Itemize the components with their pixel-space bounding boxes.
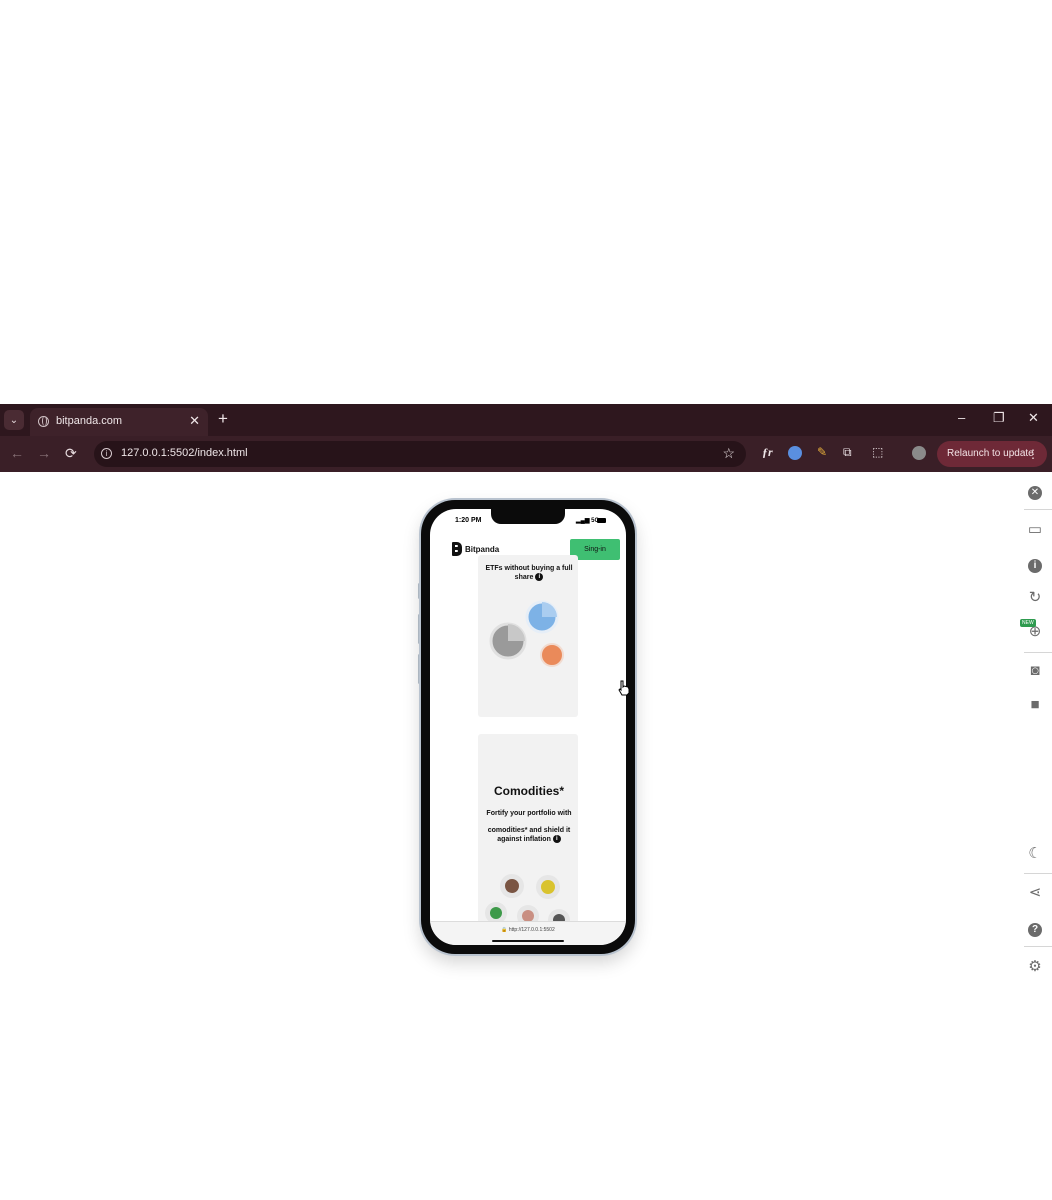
commodities-description: Fortify your portfolio with comodities* …: [486, 810, 572, 844]
minimize-button[interactable]: –: [958, 410, 965, 425]
site-info-icon[interactable]: i: [101, 448, 112, 459]
divider: [1024, 873, 1052, 874]
globe-icon: [38, 416, 49, 427]
tab-close-icon[interactable]: ✕: [189, 413, 200, 429]
new-tab-button[interactable]: +: [218, 409, 228, 429]
etf-text: ETFs without buying a full share i: [485, 565, 573, 581]
back-arrow-icon[interactable]: ←: [10, 445, 24, 461]
orange-pie-icon: [540, 643, 564, 667]
pencil-extension-icon[interactable]: ✎: [817, 445, 827, 459]
font-extension-icon[interactable]: ƒr: [762, 445, 773, 460]
status-network: ▂▄▆ 5G: [576, 518, 600, 524]
settings-icon[interactable]: ⚙: [1018, 957, 1052, 975]
tab-bar: ⌄ bitpanda.com ✕ + – ❐ ✕: [0, 404, 1052, 436]
divider: [1024, 509, 1052, 510]
mobile-address-bar[interactable]: 🔒 http://127.0.0.1:5502: [430, 921, 626, 945]
reload-icon[interactable]: ⟳: [65, 445, 77, 462]
extensions-puzzle-icon[interactable]: ⬚: [872, 445, 883, 459]
bitpanda-logo-icon[interactable]: [452, 542, 462, 556]
relaunch-button[interactable]: Relaunch to update ⋮: [937, 441, 1047, 467]
zoom-new-icon[interactable]: NEW ⊕: [1018, 619, 1052, 640]
info-icon[interactable]: i: [535, 573, 544, 581]
moon-icon[interactable]: ☾: [1018, 844, 1052, 862]
close-window-button[interactable]: ✕: [1028, 410, 1039, 426]
brand-name[interactable]: Bitpanda: [465, 545, 499, 554]
emulator-side-panel: ✕ ▭ i ↻ NEW ⊕ ◙ ■ ☾ ⋖ ? ⚙: [1018, 472, 1052, 992]
tab-extension-icon[interactable]: ⧉: [843, 445, 852, 460]
address-bar[interactable]: i 127.0.0.1:5502/index.html ☆: [94, 441, 746, 467]
grey-pie-slice: [508, 624, 525, 641]
info-icon[interactable]: i: [1018, 555, 1052, 573]
phone-screen[interactable]: 1:20 PM ▂▄▆ 5G Bitpanda Sing-in ETFs wit…: [430, 509, 626, 945]
hand-cursor-icon: [618, 680, 630, 696]
commodities-title: Comodities*: [493, 784, 564, 798]
devices-icon[interactable]: ▭: [1018, 520, 1052, 538]
close-icon[interactable]: ✕: [1018, 482, 1052, 500]
mobile-url: 🔒 http://127.0.0.1:5502: [501, 927, 555, 933]
corn-coin-icon: [536, 875, 560, 899]
divider: [1024, 652, 1052, 653]
restore-button[interactable]: ❐: [993, 410, 1005, 426]
video-icon[interactable]: ■: [1018, 696, 1052, 713]
divider: [1024, 946, 1052, 947]
phone-frame: 1:20 PM ▂▄▆ 5G Bitpanda Sing-in ETFs wit…: [421, 500, 635, 954]
toolbar: ← → ⟳ i 127.0.0.1:5502/index.html ☆ ƒr ✎…: [0, 436, 1052, 472]
share-icon[interactable]: ⋖: [1018, 883, 1052, 901]
info-icon[interactable]: i: [552, 835, 561, 844]
tab-search-button[interactable]: ⌄: [4, 410, 24, 430]
bookmark-star-icon[interactable]: ☆: [722, 445, 735, 462]
extension-shield-icon[interactable]: [788, 446, 802, 460]
kebab-menu-icon[interactable]: ⋮: [1027, 441, 1039, 467]
browser-window: ⌄ bitpanda.com ✕ + – ❐ ✕ ← → ⟳ i 127.0.0…: [0, 404, 1052, 472]
help-icon[interactable]: ?: [1018, 919, 1052, 937]
relaunch-label: Relaunch to update: [947, 448, 1034, 459]
blue-pie-slice: [542, 602, 557, 617]
coffee-coin-icon: [500, 874, 524, 898]
tab-bitpanda[interactable]: bitpanda.com ✕: [30, 408, 208, 436]
status-time: 1:20 PM: [455, 517, 482, 524]
rotate-icon[interactable]: ↻: [1018, 588, 1052, 606]
battery-icon: [597, 518, 606, 523]
url-text[interactable]: 127.0.0.1:5502/index.html: [121, 447, 248, 459]
camera-icon[interactable]: ◙: [1018, 662, 1052, 679]
phone-notch: [491, 509, 565, 524]
pie-charts-illustration: [489, 600, 564, 667]
home-indicator[interactable]: [492, 940, 564, 942]
forward-arrow-icon[interactable]: →: [37, 445, 51, 461]
tab-title: bitpanda.com: [56, 415, 123, 427]
profile-avatar[interactable]: [912, 446, 926, 460]
